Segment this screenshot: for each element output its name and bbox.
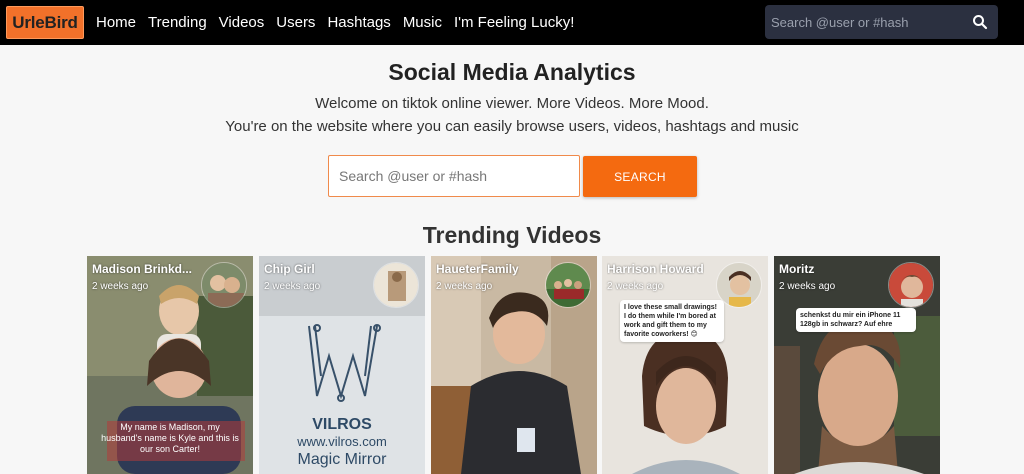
- hero-subtitle: Welcome on tiktok online viewer. More Vi…: [315, 95, 709, 112]
- video-username[interactable]: HaueterFamily: [436, 262, 519, 276]
- avatar[interactable]: [201, 262, 247, 308]
- video-timestamp: 2 weeks ago: [436, 281, 493, 292]
- nav-search-box: [765, 5, 998, 39]
- nav-link-trending[interactable]: Trending: [148, 14, 207, 31]
- video-card[interactable]: My name is Madison, my husband's name is…: [87, 256, 253, 474]
- nav-search-input[interactable]: [765, 5, 965, 39]
- main-search-box: [328, 155, 580, 197]
- video-caption-product: Magic Mirror: [297, 451, 387, 468]
- nav-links: Home Trending Videos Users Hashtags Musi…: [96, 0, 586, 45]
- video-username[interactable]: Madison Brinkd...: [92, 262, 192, 276]
- video-caption: My name is Madison, my husband's name is…: [101, 422, 239, 454]
- hero-description: You're on the website where you can easi…: [225, 118, 799, 135]
- nav-link-home[interactable]: Home: [96, 14, 136, 31]
- avatar[interactable]: [545, 262, 591, 308]
- video-username[interactable]: Moritz: [779, 262, 814, 276]
- main-search-input[interactable]: [329, 156, 579, 196]
- navbar: UrleBird Home Trending Videos Users Hash…: [0, 0, 1024, 45]
- avatar[interactable]: [888, 262, 934, 308]
- video-timestamp: 2 weeks ago: [264, 281, 321, 292]
- trending-videos-title: Trending Videos: [422, 222, 602, 248]
- video-timestamp: 2 weeks ago: [607, 281, 664, 292]
- nav-link-videos[interactable]: Videos: [219, 14, 265, 31]
- video-caption-url: www.vilros.com: [297, 434, 387, 449]
- avatar[interactable]: [716, 262, 762, 308]
- video-card[interactable]: I love these small drawings! I do them w…: [602, 256, 768, 474]
- video-username[interactable]: Chip Girl: [264, 262, 315, 276]
- avatar[interactable]: [373, 262, 419, 308]
- page-title: Social Media Analytics: [388, 59, 636, 85]
- video-caption: VILROS: [312, 416, 372, 433]
- nav-link-music[interactable]: Music: [403, 14, 442, 31]
- video-caption: I love these small drawings! I do them w…: [620, 300, 724, 342]
- nav-link-users[interactable]: Users: [276, 14, 315, 31]
- search-button[interactable]: SEARCH: [583, 156, 697, 197]
- video-username[interactable]: Harrison Howard: [607, 262, 704, 276]
- search-icon[interactable]: [972, 14, 988, 30]
- nav-link-feeling-lucky[interactable]: I'm Feeling Lucky!: [454, 14, 574, 31]
- video-card[interactable]: VILROS www.vilros.com Magic Mirror Chip …: [259, 256, 425, 474]
- video-card[interactable]: HaueterFamily 2 weeks ago: [431, 256, 597, 474]
- nav-link-hashtags[interactable]: Hashtags: [327, 14, 390, 31]
- video-timestamp: 2 weeks ago: [92, 281, 149, 292]
- brand-logo[interactable]: UrleBird: [6, 6, 84, 39]
- video-timestamp: 2 weeks ago: [779, 281, 836, 292]
- video-caption: schenkst du mir ein iPhone 11 128gb in s…: [796, 308, 916, 332]
- video-card[interactable]: schenkst du mir ein iPhone 11 128gb in s…: [774, 256, 940, 474]
